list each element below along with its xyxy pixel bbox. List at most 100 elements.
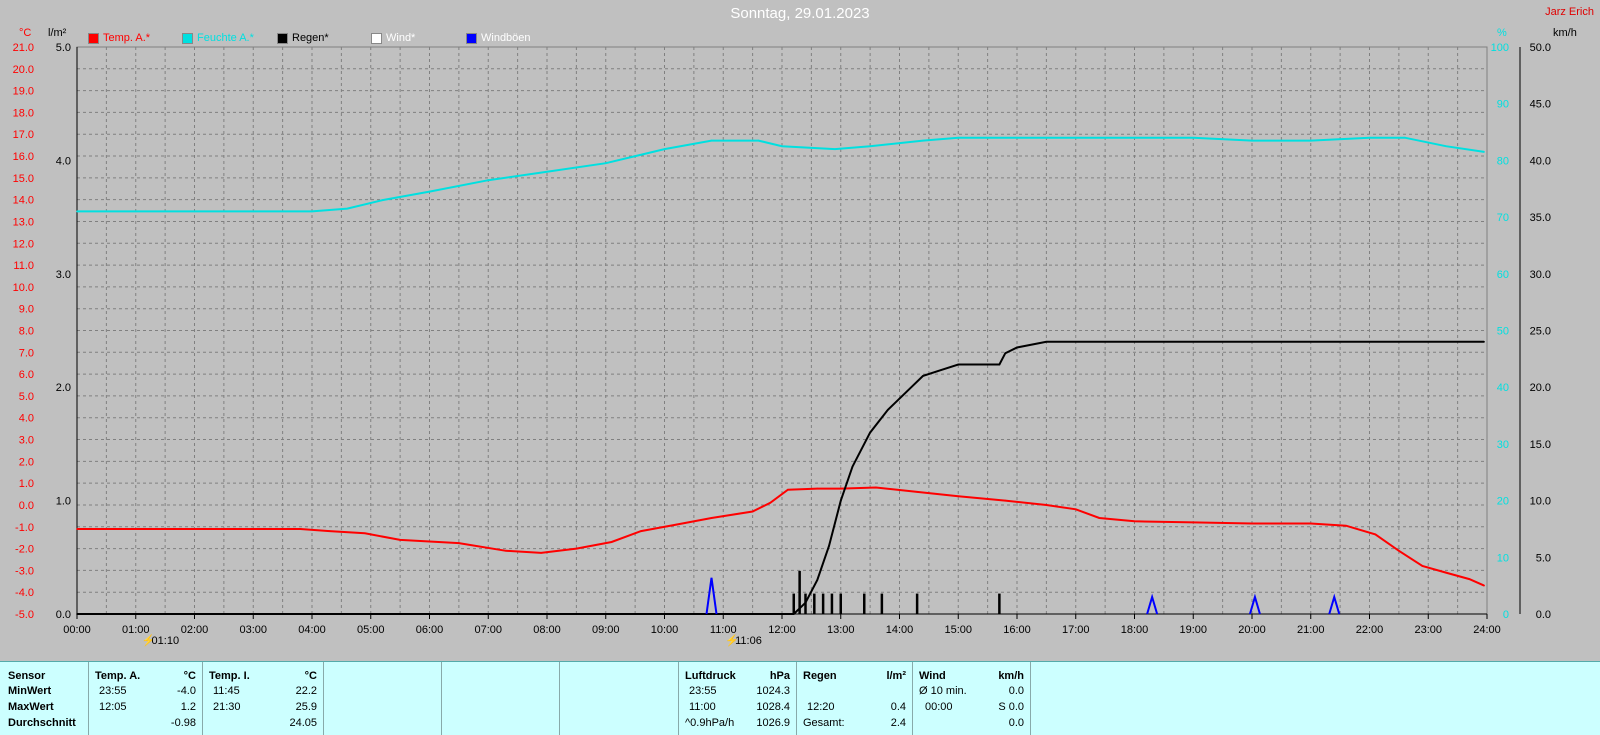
row-max-label: MaxWert xyxy=(8,701,54,713)
temp-tick-label: 2.0 xyxy=(19,456,34,468)
wind-tick-label: 40.0 xyxy=(1530,155,1551,167)
gust-spike xyxy=(705,577,718,615)
temp-a-unit: °C xyxy=(183,670,196,682)
x-tick-label: 15:00 xyxy=(944,624,972,636)
series-point-0 xyxy=(328,530,331,532)
x-tick-label: 03:00 xyxy=(239,624,267,636)
gust-spike xyxy=(1248,593,1261,615)
series-point-2 xyxy=(910,386,913,389)
x-tick-label: 17:00 xyxy=(1062,624,1090,636)
series-point-0 xyxy=(710,517,713,519)
author-label: Jarz Erich xyxy=(1545,6,1594,18)
temp-a-max-time: 12:05 xyxy=(99,701,127,713)
legend-temp-label: Temp. A.* xyxy=(103,32,151,44)
wind-tick-label: 0.0 xyxy=(1536,609,1551,621)
humidity-tick-label: 80 xyxy=(1497,155,1509,167)
x-tick-label: 18:00 xyxy=(1121,624,1149,636)
temp-tick-label: 6.0 xyxy=(19,369,34,381)
series-point-1 xyxy=(1016,136,1018,139)
series-point-2 xyxy=(1075,341,1077,343)
series-point-0 xyxy=(875,486,877,489)
series-point-0 xyxy=(1421,565,1424,567)
marker-label: 01:10 xyxy=(152,635,180,647)
series-point-1 xyxy=(1310,139,1312,142)
x-tick-label: 24:00 xyxy=(1473,624,1501,636)
series-point-0 xyxy=(1133,520,1136,523)
rain-total: 2.4 xyxy=(890,717,906,729)
temp-a-avg: -0.98 xyxy=(170,717,196,729)
series-point-0 xyxy=(540,552,542,554)
series-line-2 xyxy=(77,340,1485,615)
series-point-1 xyxy=(1133,136,1136,139)
series-point-1 xyxy=(428,190,431,193)
series-point-1 xyxy=(1192,136,1195,139)
rain-max-time: 12:20 xyxy=(807,701,835,713)
humidity-tick-label: 10 xyxy=(1497,552,1509,564)
x-tick-label: 09:00 xyxy=(592,624,620,636)
series-point-0 xyxy=(610,541,613,543)
series-point-1 xyxy=(710,139,713,142)
series-point-1 xyxy=(252,210,255,213)
series-point-1 xyxy=(834,148,836,150)
x-tick-label: 04:00 xyxy=(298,624,326,636)
series-point-2 xyxy=(1483,341,1485,343)
temp-tick-label: 8.0 xyxy=(19,326,34,338)
series-point-0 xyxy=(1004,499,1007,502)
wind-max-time: 00:00 xyxy=(925,701,953,713)
series-point-0 xyxy=(816,487,819,490)
temp-tick-label: -1.0 xyxy=(15,522,34,534)
legend-temp: Temp. A.* xyxy=(88,31,150,45)
series-point-2 xyxy=(1045,341,1048,343)
series-point-2 xyxy=(957,363,960,366)
series-point-1 xyxy=(1483,151,1485,153)
series-point-2 xyxy=(887,409,889,411)
wind-tick-label: 15.0 xyxy=(1530,439,1551,451)
row-avg-label: Durchschnitt xyxy=(8,717,76,729)
x-tick-label: 22:00 xyxy=(1356,624,1384,636)
wind-avg-value: 0.0 xyxy=(1008,685,1024,697)
x-tick-label: 12:00 xyxy=(768,624,796,636)
x-tick-label: 07:00 xyxy=(474,624,502,636)
legend-wind-swatch xyxy=(371,32,382,44)
wind-tick-label: 10.0 xyxy=(1530,496,1551,508)
legend-humidity-label: Feuchte A.* xyxy=(197,32,254,44)
series-point-1 xyxy=(193,210,196,213)
series-point-0 xyxy=(840,487,842,490)
series-point-2 xyxy=(1004,352,1007,355)
legend-humidity: Feuchte A.* xyxy=(182,31,254,45)
row-min-label: MinWert xyxy=(8,685,52,697)
legend-temp-swatch xyxy=(88,32,99,44)
wind-avg-label: Ø 10 min. xyxy=(919,685,967,697)
temp-tick-label: 15.0 xyxy=(13,173,34,185)
temp-tick-label: -4.0 xyxy=(15,587,34,599)
series-point-0 xyxy=(1345,524,1347,527)
series-point-0 xyxy=(1398,550,1400,552)
legend-gusts: Windböen xyxy=(466,31,531,45)
x-tick-label: 19:00 xyxy=(1179,624,1207,636)
rain-tick-label: 3.0 xyxy=(56,269,71,281)
series-point-0 xyxy=(769,502,772,504)
wind-tick-label: 20.0 xyxy=(1530,382,1551,394)
temp-tick-label: 10.0 xyxy=(13,282,34,294)
temp-a-min-value: -4.0 xyxy=(177,685,196,697)
series-point-2 xyxy=(939,369,942,372)
legend-gusts-label: Windböen xyxy=(481,32,531,44)
stats-table: Sensor MinWert MaxWert Durchschnitt Temp… xyxy=(0,661,1600,735)
col-wind: Wind km/h Ø 10 min. 0.0 00:00 S 0.0 0.0 xyxy=(913,662,1031,735)
series-point-1 xyxy=(781,145,783,147)
series-point-0 xyxy=(1310,522,1312,525)
chart-title: Sonntag, 29.01.2023 xyxy=(730,5,870,22)
series-point-1 xyxy=(487,179,490,181)
temp-tick-label: 4.0 xyxy=(19,413,34,425)
series-point-0 xyxy=(957,495,960,498)
temp-tick-label: 12.0 xyxy=(13,238,34,250)
series-point-2 xyxy=(816,579,819,581)
series-point-1 xyxy=(1368,136,1371,139)
pressure-trend: ^0.9hPa/h xyxy=(685,717,735,729)
humidity-tick-label: 30 xyxy=(1497,439,1509,451)
series-point-1 xyxy=(381,199,384,201)
col-empty-2 xyxy=(442,662,560,735)
series-point-0 xyxy=(299,528,302,530)
series-point-0 xyxy=(399,539,401,541)
x-tick-label: 14:00 xyxy=(886,624,914,636)
